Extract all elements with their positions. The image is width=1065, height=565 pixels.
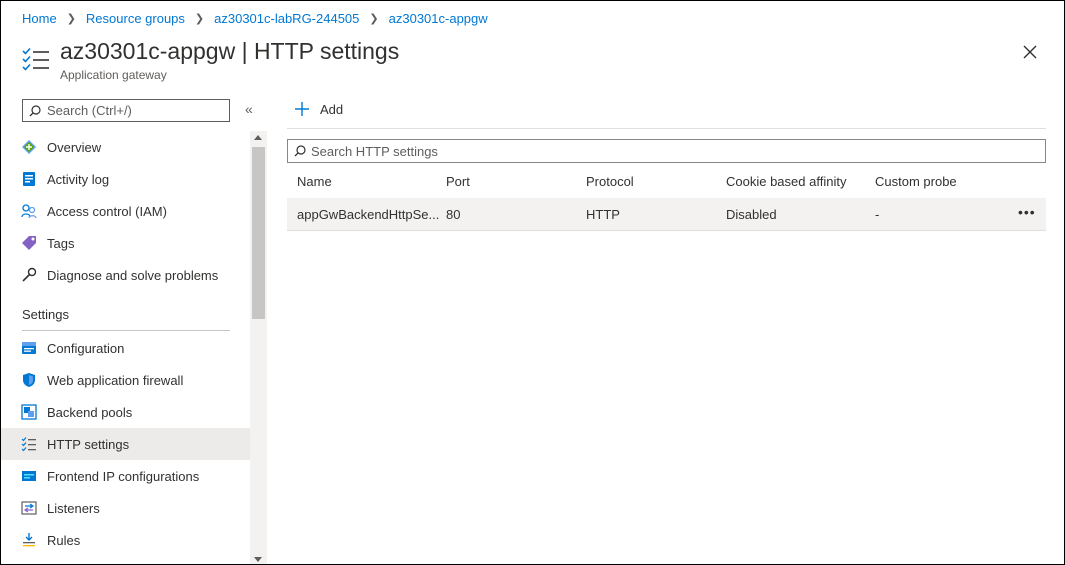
chevron-right-icon: ❯ (369, 13, 379, 25)
sidebar-item-label: Activity log (47, 171, 110, 187)
more-options-icon[interactable]: ••• (1018, 204, 1036, 220)
sidebar-item-label: Overview (47, 139, 102, 155)
frontend-ip-icon (20, 467, 38, 485)
sidebar-item-activity-log[interactable]: Activity log (1, 163, 250, 195)
breadcrumb: Home ❯ Resource groups ❯ az30301c-labRG-… (22, 11, 488, 26)
column-header-name[interactable]: Name (297, 174, 332, 189)
sidebar-item-label: HTTP settings (47, 436, 130, 452)
activity-log-icon (20, 170, 38, 188)
cell-name[interactable]: appGwBackendHttpSe... (297, 207, 439, 222)
sidebar-item-tags[interactable]: Tags (1, 227, 250, 259)
backend-pools-icon (20, 403, 38, 421)
sidebar-item-label: Web application firewall (47, 372, 184, 388)
breadcrumb-resource-group[interactable]: az30301c-labRG-244505 (214, 11, 359, 26)
sidebar-item-label: Configuration (47, 340, 125, 356)
cell-port: 80 (446, 207, 461, 222)
column-header-port[interactable]: Port (446, 174, 470, 189)
configuration-icon (20, 339, 38, 357)
cell-cookie-affinity: Disabled (726, 207, 777, 222)
sidebar-item-rules[interactable]: Rules (1, 524, 250, 556)
breadcrumb-resource-groups[interactable]: Resource groups (86, 11, 185, 26)
sidebar-item-label: Rules (47, 532, 81, 548)
toolbar-divider (287, 128, 1046, 129)
scroll-up-arrow-icon[interactable] (254, 135, 262, 140)
sidebar-item-label: Access control (IAM) (47, 203, 167, 219)
shield-icon (20, 371, 38, 389)
sidebar-item-overview[interactable]: Overview (1, 131, 250, 163)
sidebar-search-placeholder: Search (Ctrl+/) (47, 103, 132, 118)
portal-blade: Home ❯ Resource groups ❯ az30301c-labRG-… (0, 0, 1065, 565)
close-icon[interactable] (1021, 43, 1039, 61)
sidebar-item-diagnose[interactable]: Diagnose and solve problems (1, 259, 250, 291)
search-placeholder: Search HTTP settings (311, 143, 438, 159)
sidebar-scrollbar[interactable] (250, 131, 267, 564)
http-settings-search-input[interactable]: Search HTTP settings (287, 139, 1046, 163)
sidebar-item-backend-pools[interactable]: Backend pools (1, 396, 250, 428)
sidebar-divider (22, 330, 230, 331)
chevron-right-icon: ❯ (194, 13, 205, 25)
tag-icon (20, 234, 38, 252)
access-control-icon (20, 202, 38, 220)
listeners-icon (20, 499, 38, 517)
collapse-sidebar-button[interactable]: « (245, 101, 253, 117)
rules-icon (20, 531, 38, 549)
sidebar-item-label: Tags (47, 235, 75, 251)
sidebar-item-listeners[interactable]: Listeners (1, 492, 250, 524)
breadcrumb-appgw[interactable]: az30301c-appgw (389, 11, 488, 26)
sidebar-item-frontend-ip[interactable]: Frontend IP configurations (1, 460, 250, 492)
add-button-label: Add (320, 101, 344, 117)
scroll-thumb[interactable] (252, 147, 265, 319)
sidebar-item-configuration[interactable]: Configuration (1, 332, 250, 364)
search-icon (29, 104, 41, 116)
column-header-cookie-affinity[interactable]: Cookie based affinity (726, 174, 846, 189)
cell-custom-probe: - (875, 207, 880, 222)
search-icon (294, 145, 306, 157)
page-subtitle: Application gateway (60, 68, 167, 82)
overview-icon (20, 138, 38, 156)
sidebar-item-http-settings[interactable]: HTTP settings (1, 428, 250, 460)
sidebar-item-label: Listeners (47, 500, 100, 516)
page-title: az30301c-appgw | HTTP settings (60, 38, 400, 64)
chevron-right-icon: ❯ (66, 13, 76, 25)
column-header-protocol[interactable]: Protocol (586, 174, 634, 189)
sidebar-item-label: Backend pools (47, 404, 133, 420)
sidebar-item-label: Frontend IP configurations (47, 468, 200, 484)
sidebar-item-label: Diagnose and solve problems (47, 267, 219, 283)
sidebar-section-settings: Settings (22, 307, 69, 322)
sidebar-item-waf[interactable]: Web application firewall (1, 364, 250, 396)
table-row[interactable]: appGwBackendHttpSe... 80 HTTP Disabled -… (287, 198, 1046, 231)
cell-protocol: HTTP (586, 207, 620, 222)
http-settings-icon (20, 435, 38, 453)
sidebar-search-input[interactable]: Search (Ctrl+/) (22, 99, 230, 122)
http-settings-icon (22, 47, 49, 71)
wrench-icon (20, 266, 38, 284)
plus-icon (295, 102, 309, 116)
column-header-custom-probe[interactable]: Custom probe (875, 174, 957, 189)
add-button[interactable]: Add (294, 101, 343, 117)
scroll-down-arrow-icon[interactable] (254, 557, 262, 562)
breadcrumb-home[interactable]: Home (22, 11, 57, 26)
sidebar-item-access-control[interactable]: Access control (IAM) (1, 195, 250, 227)
